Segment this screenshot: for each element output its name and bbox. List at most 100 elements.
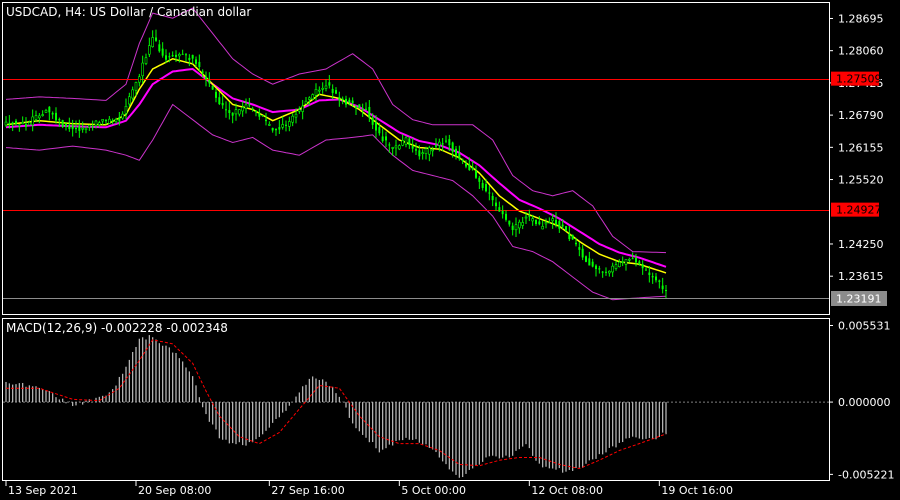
candle-body bbox=[431, 149, 434, 152]
candle-body bbox=[614, 264, 618, 269]
level-badge-label: 1.27509 bbox=[836, 73, 882, 86]
candle-body bbox=[114, 119, 118, 122]
candle-body bbox=[231, 112, 234, 116]
candle-body bbox=[188, 57, 191, 61]
time-tick-label: 27 Sep 16:00 bbox=[271, 484, 344, 497]
candle-body bbox=[158, 44, 161, 52]
candle-body bbox=[631, 258, 634, 260]
candle-body bbox=[411, 145, 414, 149]
candle-body bbox=[268, 124, 271, 126]
macd-tick-label: 0.000000 bbox=[838, 396, 891, 409]
candle-body bbox=[55, 112, 57, 121]
candle-body bbox=[475, 170, 477, 178]
candle-body bbox=[318, 89, 321, 92]
candle bbox=[61, 119, 64, 129]
candle-body bbox=[365, 108, 367, 110]
macd-tick-label: 0.005531 bbox=[838, 319, 891, 332]
candle-body bbox=[65, 123, 67, 127]
candle-body bbox=[611, 265, 614, 273]
candle-body bbox=[168, 56, 171, 58]
candle-body bbox=[495, 202, 497, 207]
candle-body bbox=[21, 122, 24, 125]
candle-body bbox=[195, 59, 197, 64]
candle-body bbox=[565, 226, 567, 231]
candle-body bbox=[655, 276, 657, 281]
candle-body bbox=[358, 104, 361, 109]
chart-window[interactable]: 1.286951.280601.274251.267901.261551.255… bbox=[0, 0, 900, 500]
candle-body bbox=[448, 139, 451, 146]
candle-body bbox=[124, 106, 128, 114]
candle-body bbox=[271, 127, 274, 131]
candle-body bbox=[528, 215, 531, 217]
candle-body bbox=[595, 265, 597, 270]
price-tick-label: 1.28695 bbox=[838, 12, 884, 25]
candle-body bbox=[538, 221, 541, 225]
candle-body bbox=[134, 82, 138, 91]
candle-body bbox=[415, 149, 417, 151]
candle-body bbox=[221, 102, 224, 106]
candle-body bbox=[238, 109, 241, 115]
candle-body bbox=[508, 220, 511, 225]
candle-body bbox=[404, 137, 408, 145]
candle-body bbox=[435, 145, 437, 147]
macd-title: MACD(12,26,9) -0.002228 -0.002348 bbox=[6, 321, 228, 335]
price-tick-label: 1.26155 bbox=[838, 141, 884, 154]
candle-body bbox=[421, 152, 424, 155]
candle-body bbox=[368, 106, 371, 118]
candle-body bbox=[81, 127, 84, 130]
candle-body bbox=[524, 216, 528, 219]
candle-body bbox=[205, 76, 207, 80]
candle-body bbox=[665, 290, 667, 292]
candle-body bbox=[378, 127, 381, 134]
candle-body bbox=[575, 242, 577, 245]
candle-body bbox=[465, 163, 467, 167]
candle-body bbox=[321, 87, 324, 90]
candle-body bbox=[548, 222, 551, 224]
candle-body bbox=[298, 109, 301, 112]
candle-body bbox=[648, 272, 651, 276]
candle-body bbox=[244, 104, 248, 109]
candle-body bbox=[428, 147, 431, 155]
candle-body bbox=[78, 126, 81, 131]
candle-body bbox=[571, 234, 574, 240]
candle-body bbox=[148, 45, 151, 55]
price-tick-label: 1.23615 bbox=[838, 270, 884, 283]
candle-body bbox=[535, 219, 537, 225]
candle-body bbox=[4, 121, 8, 126]
candle-body bbox=[34, 115, 38, 120]
candle-body bbox=[294, 113, 298, 118]
candle-body bbox=[601, 271, 604, 273]
candle-body bbox=[391, 147, 394, 149]
candle-body bbox=[314, 89, 318, 96]
candle-body bbox=[165, 55, 167, 60]
candle-body bbox=[348, 99, 351, 103]
candle-body bbox=[291, 115, 294, 123]
candle-body bbox=[388, 144, 391, 146]
candle-body bbox=[171, 55, 174, 57]
candle-body bbox=[128, 96, 131, 105]
price-tick-label: 1.24250 bbox=[838, 238, 884, 251]
candle-body bbox=[178, 54, 181, 57]
candle-body bbox=[638, 261, 641, 265]
candle-body bbox=[505, 213, 507, 220]
candle-body bbox=[511, 225, 514, 230]
candle-body bbox=[471, 167, 474, 170]
candle-body bbox=[18, 124, 21, 127]
candle-body bbox=[605, 271, 607, 273]
candle-body bbox=[311, 94, 314, 100]
candle-body bbox=[624, 259, 628, 265]
candle-body bbox=[28, 122, 31, 126]
candle-body bbox=[418, 150, 421, 157]
candle-body bbox=[91, 126, 94, 128]
candle-body bbox=[458, 153, 461, 159]
candle-body bbox=[398, 145, 401, 150]
candle-body bbox=[161, 48, 164, 56]
candle-body bbox=[581, 248, 584, 258]
candle-body bbox=[11, 122, 14, 125]
candle-body bbox=[651, 276, 654, 278]
time-tick-label: 19 Oct 16:00 bbox=[661, 484, 733, 497]
candle-body bbox=[585, 256, 587, 262]
candle-body bbox=[658, 280, 661, 282]
candle-body bbox=[641, 264, 644, 269]
chart-canvas[interactable]: 1.286951.280601.274251.267901.261551.255… bbox=[0, 0, 900, 500]
